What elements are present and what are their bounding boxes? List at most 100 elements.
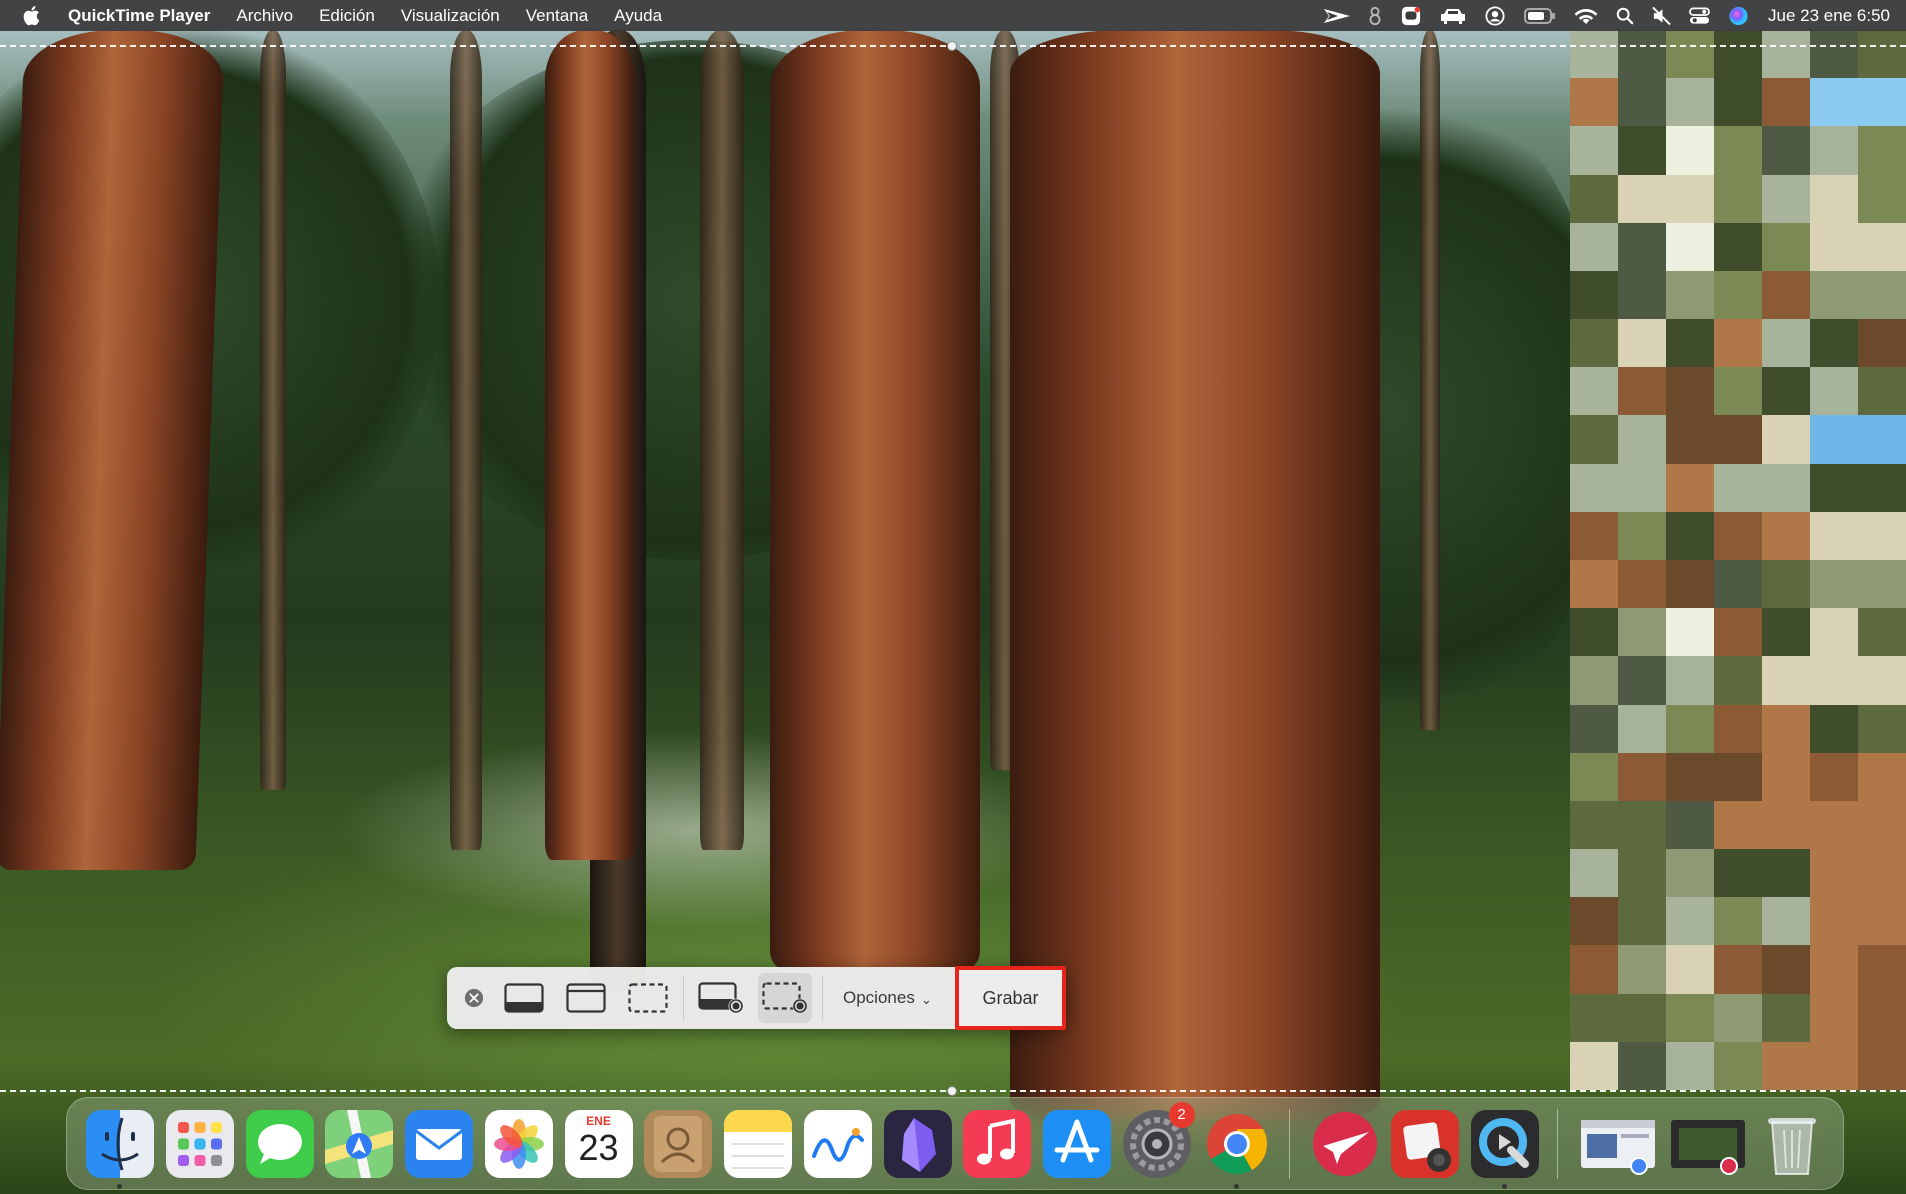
mosaic-tile	[1810, 608, 1858, 657]
mosaic-tile	[1570, 800, 1618, 850]
mosaic-tile	[1666, 608, 1714, 657]
siri-icon[interactable]	[1728, 0, 1749, 31]
finder-icon	[86, 1109, 154, 1178]
wifi-icon[interactable]	[1574, 0, 1598, 31]
mosaic-tile	[1858, 511, 1906, 560]
menu-edicion[interactable]: Edición	[306, 0, 388, 31]
car-icon[interactable]	[1440, 0, 1466, 31]
close-toolbar-button[interactable]	[461, 985, 487, 1011]
dock-divider	[1557, 1108, 1559, 1179]
notification-badge: 2	[1168, 1101, 1195, 1128]
mosaic-tile	[1714, 174, 1762, 223]
mosaic-tile	[1714, 849, 1762, 898]
dock-minimized-window[interactable]	[1579, 1110, 1656, 1178]
mosaic-tile	[1858, 30, 1906, 79]
dock-chrome[interactable]	[1203, 1110, 1269, 1189]
mosaic-tile	[1570, 415, 1618, 464]
mosaic-tile	[1810, 511, 1858, 560]
music-icon	[963, 1109, 1032, 1178]
mosaic-tile	[1618, 78, 1666, 127]
record-button[interactable]: Grabar	[955, 966, 1066, 1030]
menu-ventana[interactable]: Ventana	[513, 0, 601, 31]
capture-entire-screen-button[interactable]	[499, 973, 549, 1023]
mosaic-tile	[1714, 511, 1762, 560]
menu-archivo[interactable]: Archivo	[223, 0, 306, 31]
mosaic-tile	[1666, 270, 1714, 320]
record-selection-icon	[762, 982, 808, 1014]
dock-messages[interactable]	[245, 1109, 314, 1178]
record-entire-screen-button[interactable]	[694, 973, 748, 1023]
menu-visualizacion[interactable]: Visualización	[388, 0, 513, 31]
mosaic-tile	[1810, 656, 1858, 705]
mosaic-tile	[1858, 704, 1906, 753]
mosaic-tile	[1714, 319, 1762, 368]
search-icon[interactable]	[1616, 0, 1634, 31]
selection-bottom-handle[interactable]	[947, 1086, 957, 1096]
selection-top-handle[interactable]	[947, 41, 957, 51]
dock-photos[interactable]	[484, 1109, 553, 1178]
mosaic-tile	[1810, 30, 1858, 79]
control-center-icon[interactable]	[1689, 0, 1710, 31]
menu-ayuda[interactable]: Ayuda	[601, 0, 675, 31]
dock-spark[interactable]	[1311, 1110, 1378, 1178]
dock-contacts[interactable]	[644, 1109, 713, 1178]
apple-menu[interactable]	[0, 0, 62, 31]
options-label: Opciones	[843, 988, 915, 1007]
dock: ENE 23 2	[66, 1097, 1844, 1190]
dock-maps[interactable]	[325, 1109, 394, 1178]
tree-trunk	[450, 30, 482, 850]
dock-system-settings[interactable]: 2	[1122, 1101, 1195, 1178]
battery-icon[interactable]	[1524, 0, 1556, 31]
dock-calendar[interactable]: ENE 23	[564, 1109, 633, 1178]
dock-quicktime[interactable]	[1470, 1109, 1539, 1189]
dock-freeform[interactable]	[803, 1109, 872, 1178]
dock-photo-booth[interactable]	[1390, 1109, 1459, 1178]
send-arrow-icon[interactable]	[1324, 0, 1351, 31]
mosaic-tile	[1762, 945, 1810, 994]
mosaic-tile	[1762, 415, 1810, 464]
launchpad-icon	[165, 1109, 234, 1178]
menu-clock[interactable]: Jue 23 ene 6:50	[1768, 6, 1890, 26]
mosaic-tile	[1666, 126, 1714, 175]
options-button[interactable]: Opciones ⌄	[833, 973, 940, 1023]
mosaic-tile	[1618, 463, 1666, 512]
quicktime-icon	[1470, 1109, 1539, 1178]
mosaic-tile	[1762, 319, 1810, 368]
dock-music[interactable]	[963, 1109, 1032, 1178]
trash-icon	[1768, 1117, 1817, 1175]
dock-minimized-window[interactable]	[1669, 1110, 1745, 1178]
bluetooth-ish-icon[interactable]	[1368, 0, 1382, 31]
user-circle-icon[interactable]	[1484, 0, 1506, 31]
mosaic-tile	[1666, 945, 1714, 994]
apple-logo-icon	[23, 6, 40, 26]
mute-icon[interactable]	[1652, 0, 1671, 31]
chrome-icon	[1206, 1113, 1267, 1174]
mosaic-tile	[1858, 367, 1906, 416]
mosaic-tile	[1570, 704, 1618, 753]
dock-mail[interactable]	[405, 1109, 473, 1178]
dock-finder[interactable]	[86, 1109, 154, 1189]
dock-launchpad[interactable]	[165, 1109, 234, 1178]
mosaic-tile	[1666, 849, 1714, 898]
sequoia-trunk	[0, 30, 225, 870]
capture-window-button[interactable]	[561, 973, 611, 1023]
app-store-icon	[1043, 1109, 1111, 1178]
menu-app-name[interactable]: QuickTime Player	[62, 0, 223, 31]
dock-notes[interactable]	[724, 1109, 792, 1178]
mosaic-tile	[1666, 560, 1714, 609]
dock-obsidian[interactable]	[883, 1109, 952, 1178]
mosaic-tile	[1618, 608, 1666, 657]
dock-trash[interactable]	[1758, 1110, 1824, 1178]
mosaic-tile	[1570, 78, 1618, 127]
running-indicator	[117, 1183, 122, 1189]
mosaic-tile	[1570, 126, 1618, 175]
mosaic-tile	[1810, 1041, 1858, 1090]
dock-app-store[interactable]	[1043, 1109, 1111, 1178]
mosaic-tile	[1858, 319, 1906, 368]
window-icon	[566, 983, 606, 1013]
capture-selection-button[interactable]	[623, 973, 673, 1023]
mosaic-tile	[1714, 367, 1762, 416]
obsidian-icon	[883, 1109, 952, 1178]
record-selection-button[interactable]	[758, 973, 812, 1023]
cloud-app-icon[interactable]	[1400, 0, 1422, 31]
